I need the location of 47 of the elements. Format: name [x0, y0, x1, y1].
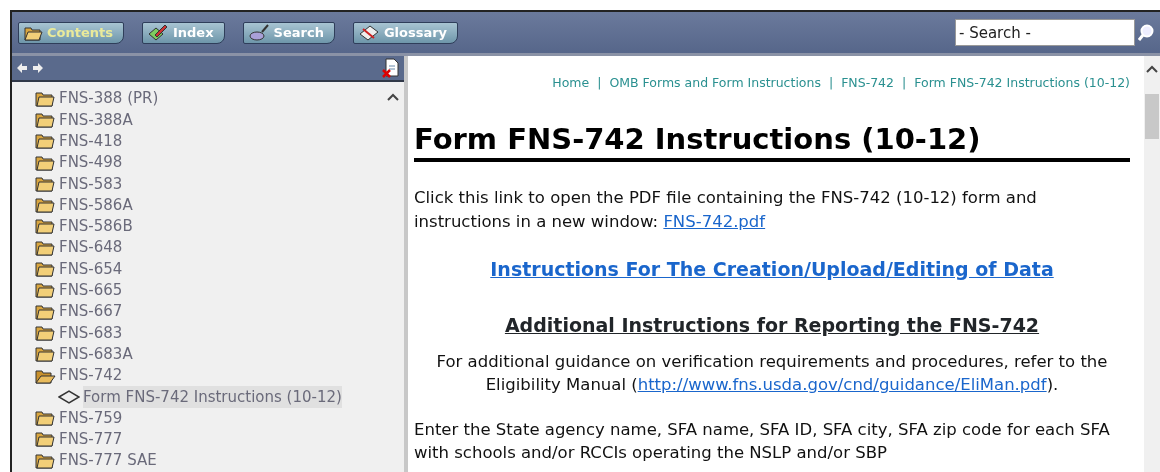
search-icon[interactable]	[1138, 23, 1154, 42]
tab[interactable]: Search	[242, 21, 335, 44]
tab[interactable]: Glossary	[352, 21, 459, 44]
tree-item[interactable]: FNS-777	[59, 428, 123, 451]
paragraph: For additional guidance on verification requirements and procedures, refer to the Eligibility Manual (http://www.fns.usda.gov/cnd/guidance/EliMan.pdf).	[435, 350, 1109, 396]
magnifier-icon	[247, 23, 270, 42]
tree-item[interactable]: FNS-759	[59, 406, 123, 430]
tab[interactable]: Index	[141, 21, 225, 44]
tree-item[interactable]: FNS-665	[59, 279, 123, 302]
paragraph: Click this link to open the PDF file containing the FNS-742 (10-12) form and instructions in a new window: FNS-742.pdf	[414, 187, 1038, 233]
pencil-icon	[146, 23, 169, 42]
tree-item[interactable]: FNS-388A	[59, 108, 133, 132]
tree-item[interactable]: FNS-777 SAE	[59, 449, 157, 472]
pdf-link[interactable]: FNS-742.pdf	[663, 211, 766, 231]
page-title: Form FNS-742 Instructions (10-12)	[414, 120, 1130, 163]
tree-item[interactable]: FNS-583	[59, 172, 123, 196]
breadcrumb-separator: |	[828, 74, 834, 92]
url-link[interactable]: http://www.fns.usda.gov/cnd/guidance/EliMan.pdf	[637, 374, 1047, 394]
scrollbar-thumb[interactable]	[1145, 94, 1159, 139]
breadcrumb-separator: |	[902, 74, 907, 92]
breadcrumb-link[interactable]: FNS-742	[841, 74, 895, 93]
forward-arrow-icon[interactable]	[32, 62, 44, 74]
tree-item[interactable]: FNS-667	[59, 300, 123, 323]
tree-item[interactable]: FNS-388 (PR)	[59, 87, 159, 110]
back-arrow-icon[interactable]	[16, 62, 28, 74]
close-document-icon[interactable]	[382, 58, 400, 78]
breadcrumb-link[interactable]: Home	[552, 74, 590, 93]
tree-item[interactable]: FNS-586B	[59, 215, 133, 238]
scroll-up-icon[interactable]	[386, 92, 400, 102]
search-field[interactable]: - Search -	[955, 19, 1135, 46]
page-icon	[58, 389, 80, 404]
scroll-up-icon[interactable]	[1145, 64, 1159, 74]
breadcrumb-link[interactable]: Form FNS-742 Instructions (10-12)	[914, 74, 1130, 93]
tree-item[interactable]: FNS-654	[59, 257, 123, 281]
tree-item[interactable]: FNS-683	[59, 321, 123, 345]
tree-item[interactable]: FNS-586A	[59, 193, 133, 217]
breadcrumb-link[interactable]: OMB Forms and Form Instructions	[609, 74, 821, 93]
tree-item[interactable]: FNS-648	[59, 236, 123, 259]
paragraph: Enter the State agency name, SFA name, SFA ID, SFA city, SFA zip code for each SFA with schools and/or RCCIs operating the NSLP and/or SBP	[414, 418, 1111, 464]
tree-item[interactable]: FNS-742	[59, 364, 123, 387]
tree-item[interactable]: FNS-498	[59, 151, 123, 174]
section-heading: Additional Instructions for Reporting the FNS-742	[503, 313, 1041, 339]
tree-item[interactable]: Form FNS-742 Instructions (10-12)	[83, 385, 342, 409]
tree-item[interactable]: FNS-683A	[59, 342, 133, 366]
heading-link[interactable]: Instructions For The Creation/Upload/Editing of Data	[490, 257, 1054, 280]
breadcrumb-separator: |	[597, 74, 602, 92]
tree-item[interactable]: FNS-418	[59, 130, 123, 153]
